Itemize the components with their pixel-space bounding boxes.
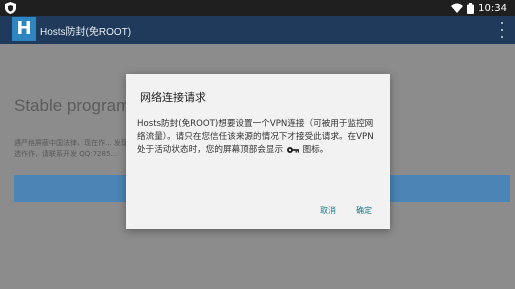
overflow-menu-icon[interactable] xyxy=(499,22,505,38)
shield-notification-icon xyxy=(5,2,16,14)
battery-icon xyxy=(467,2,475,14)
dialog-message-text: Hosts防封(免ROOT)想要设置一个VPN连接（可被用于监控网络流量）。请只… xyxy=(137,119,374,155)
dialog-message: Hosts防封(免ROOT)想要设置一个VPN连接（可被用于监控网络流量）。请只… xyxy=(137,118,381,157)
clock: 10:34 xyxy=(478,2,507,14)
status-bar: 10:34 xyxy=(0,0,515,16)
cancel-button[interactable]: 取消 xyxy=(320,205,336,216)
dialog-title: 网络连接请求 xyxy=(140,91,206,104)
wifi-icon xyxy=(451,3,464,13)
dialog-message-suffix: 图标。 xyxy=(302,145,329,155)
dialog-actions: 取消 确定 xyxy=(320,205,372,216)
key-icon xyxy=(286,146,299,153)
status-icons: 10:34 xyxy=(451,1,507,15)
app-logo: H xyxy=(12,17,36,41)
app-bar: H Hosts防封(免ROOT) xyxy=(0,16,515,44)
app-title: Hosts防封(免ROOT) xyxy=(40,27,132,38)
vpn-permission-dialog: 网络连接请求 Hosts防封(免ROOT)想要设置一个VPN连接（可被用于监控网… xyxy=(126,74,390,229)
ok-button[interactable]: 确定 xyxy=(356,205,372,216)
